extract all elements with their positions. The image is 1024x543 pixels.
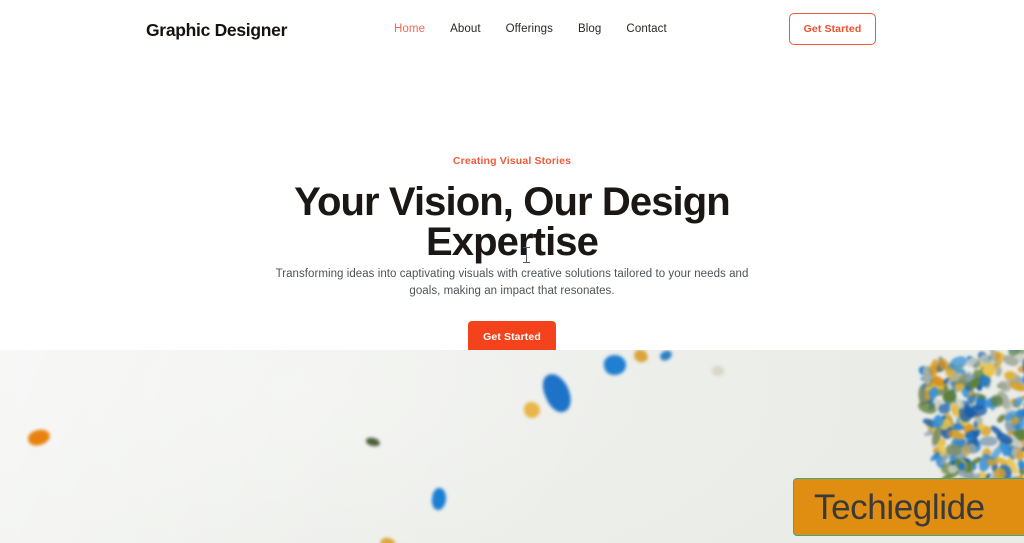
hero-section: Creating Visual Stories Your Vision, Our…: [0, 58, 1024, 353]
confetti-flake: [978, 435, 997, 447]
techieglide-label: Techieglide: [814, 487, 985, 527]
nav-item-home[interactable]: Home: [394, 23, 425, 35]
hero-eyebrow: Creating Visual Stories: [452, 155, 572, 167]
landing-page: Graphic Designer Home About Offerings Bl…: [0, 0, 1024, 543]
site-header: Graphic Designer Home About Offerings Bl…: [0, 0, 1024, 58]
hero-subtitle: Transforming ideas into captivating visu…: [275, 268, 749, 297]
techieglide-brand-overlay: Techieglide: [793, 478, 1024, 536]
hero-get-started-button[interactable]: Get Started: [468, 321, 556, 353]
confetti-flake: [968, 404, 988, 417]
confetti-flake: [982, 362, 996, 377]
nav-item-blog[interactable]: Blog: [578, 23, 601, 35]
nav-item-offerings[interactable]: Offerings: [506, 23, 553, 35]
page-title: Your Vision, Our Design Expertise: [294, 180, 731, 264]
confetti-flake: [712, 366, 724, 376]
main-navigation: Home About Offerings Blog Contact: [394, 23, 667, 35]
brand-logo[interactable]: Graphic Designer: [146, 20, 287, 41]
confetti-flake: [524, 402, 540, 418]
nav-item-about[interactable]: About: [450, 23, 481, 35]
nav-item-contact[interactable]: Contact: [626, 23, 666, 35]
header-get-started-button[interactable]: Get Started: [789, 13, 876, 45]
